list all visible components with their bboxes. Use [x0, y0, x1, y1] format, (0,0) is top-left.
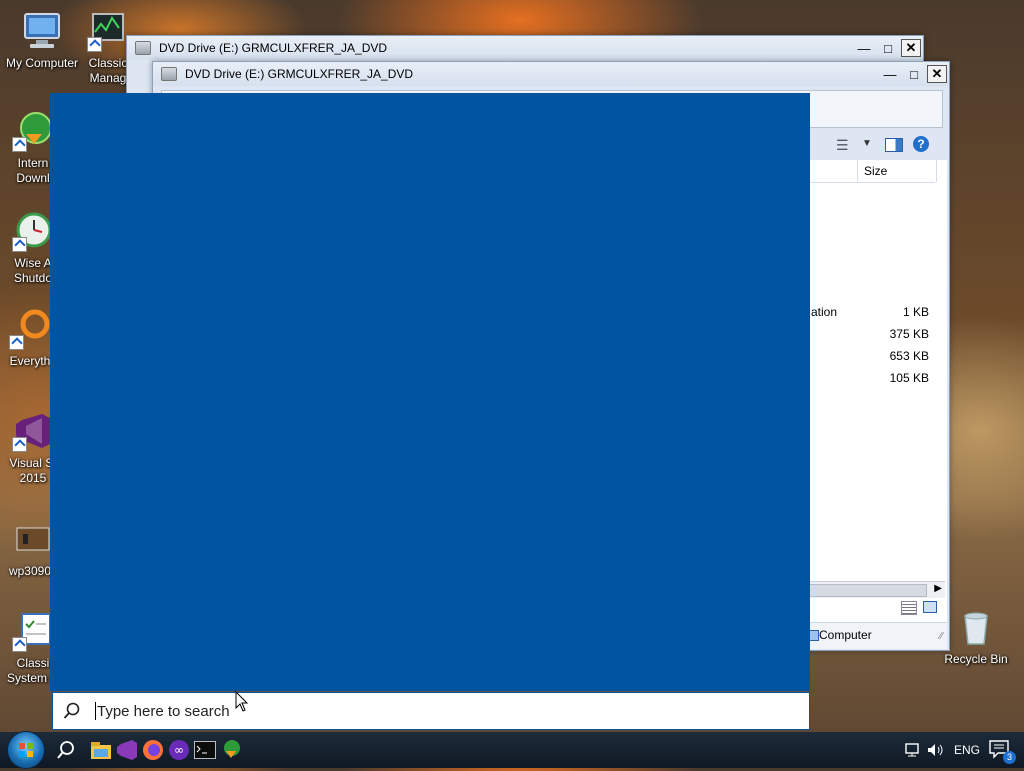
start-menu-panel [50, 93, 810, 691]
notification-count-badge: 3 [1003, 751, 1016, 764]
close-button[interactable]: ✕ [927, 65, 947, 83]
details-view-icon[interactable] [901, 601, 917, 615]
start-button[interactable] [7, 731, 45, 769]
cell-size: 375 KB [889, 327, 929, 341]
input-language-indicator[interactable]: ENG [954, 743, 980, 757]
search-box[interactable]: Type here to search [52, 690, 810, 730]
image-file-icon [9, 518, 51, 560]
taskbar: ∞ ENG 3 [0, 731, 1024, 769]
help-icon[interactable]: ? [913, 136, 929, 152]
cell-size: 1 KB [902, 305, 929, 319]
monitor-chart-icon [87, 10, 129, 52]
app-infinity-icon[interactable]: ∞ [167, 738, 191, 762]
command-prompt-icon[interactable] [193, 738, 217, 762]
search-magnifier-icon [9, 308, 51, 350]
desktop-icon-label: My Computer [5, 56, 79, 70]
desktop-icon-label: Recycle Bin [944, 652, 1008, 666]
windows-logo-icon [19, 743, 33, 757]
column-header-size[interactable]: Size [857, 160, 937, 182]
minimize-button[interactable]: — [879, 65, 901, 83]
dvd-drive-icon [135, 41, 151, 55]
mouse-pointer-icon [235, 690, 249, 716]
taskbar-search-icon[interactable] [54, 738, 78, 762]
computer-icon [21, 10, 63, 52]
minimize-button[interactable]: — [853, 39, 875, 57]
window-title: DVD Drive (E:) GRMCULXFRER_JA_DVD [159, 41, 388, 55]
shortcut-arrow-icon [12, 237, 27, 252]
search-icon [63, 702, 81, 720]
shortcut-arrow-icon [12, 437, 27, 452]
status-location: Computer [819, 628, 872, 642]
cell-size: 653 KB [889, 349, 929, 363]
clock-shutdown-icon [12, 210, 54, 252]
search-placeholder: Type here to search [97, 702, 230, 720]
dvd-drive-icon [161, 67, 177, 81]
cell-size: 105 KB [889, 371, 929, 385]
scroll-right-arrow-icon[interactable]: ▶ [934, 583, 942, 594]
resize-grip-icon[interactable]: ∕∕ [940, 631, 943, 642]
text-caret [95, 702, 96, 720]
svg-text:∞: ∞ [174, 743, 184, 757]
close-button[interactable]: ✕ [901, 39, 921, 57]
maximize-button[interactable]: □ [877, 39, 899, 57]
recycle-bin-icon [955, 606, 997, 648]
large-icons-view-icon[interactable] [923, 601, 937, 613]
action-center-icon[interactable]: 3 [988, 739, 1016, 764]
internet-download-icon[interactable] [219, 738, 243, 762]
visual-studio-taskbar-icon[interactable] [115, 738, 139, 762]
view-options-icon[interactable]: ☰ [836, 137, 849, 154]
file-explorer-icon[interactable] [89, 738, 113, 762]
desktop-icon-my-computer[interactable]: My Computer [0, 10, 84, 71]
volume-icon[interactable] [924, 740, 946, 760]
network-icon[interactable] [902, 740, 924, 760]
globe-download-icon [12, 110, 54, 152]
window-title: DVD Drive (E:) GRMCULXFRER_JA_DVD [185, 67, 414, 81]
system-tray: ENG 3 [902, 739, 1024, 764]
checklist-window-icon [12, 610, 54, 652]
preview-pane-icon[interactable] [885, 138, 903, 152]
maximize-button[interactable]: □ [903, 65, 925, 83]
firefox-icon[interactable] [141, 738, 165, 762]
shortcut-arrow-icon [12, 137, 27, 152]
shortcut-arrow-icon [12, 637, 27, 652]
window-titlebar[interactable]: DVD Drive (E:) GRMCULXFRER_JA_DVD — □ ✕ [153, 62, 949, 86]
cell-type: ation [811, 305, 838, 319]
shortcut-arrow-icon [9, 335, 24, 350]
view-dropdown-arrow-icon[interactable]: ▼ [862, 138, 872, 149]
visual-studio-icon [12, 410, 54, 452]
shortcut-arrow-icon [87, 37, 102, 52]
window-titlebar[interactable]: DVD Drive (E:) GRMCULXFRER_JA_DVD — □ ✕ [127, 36, 923, 60]
